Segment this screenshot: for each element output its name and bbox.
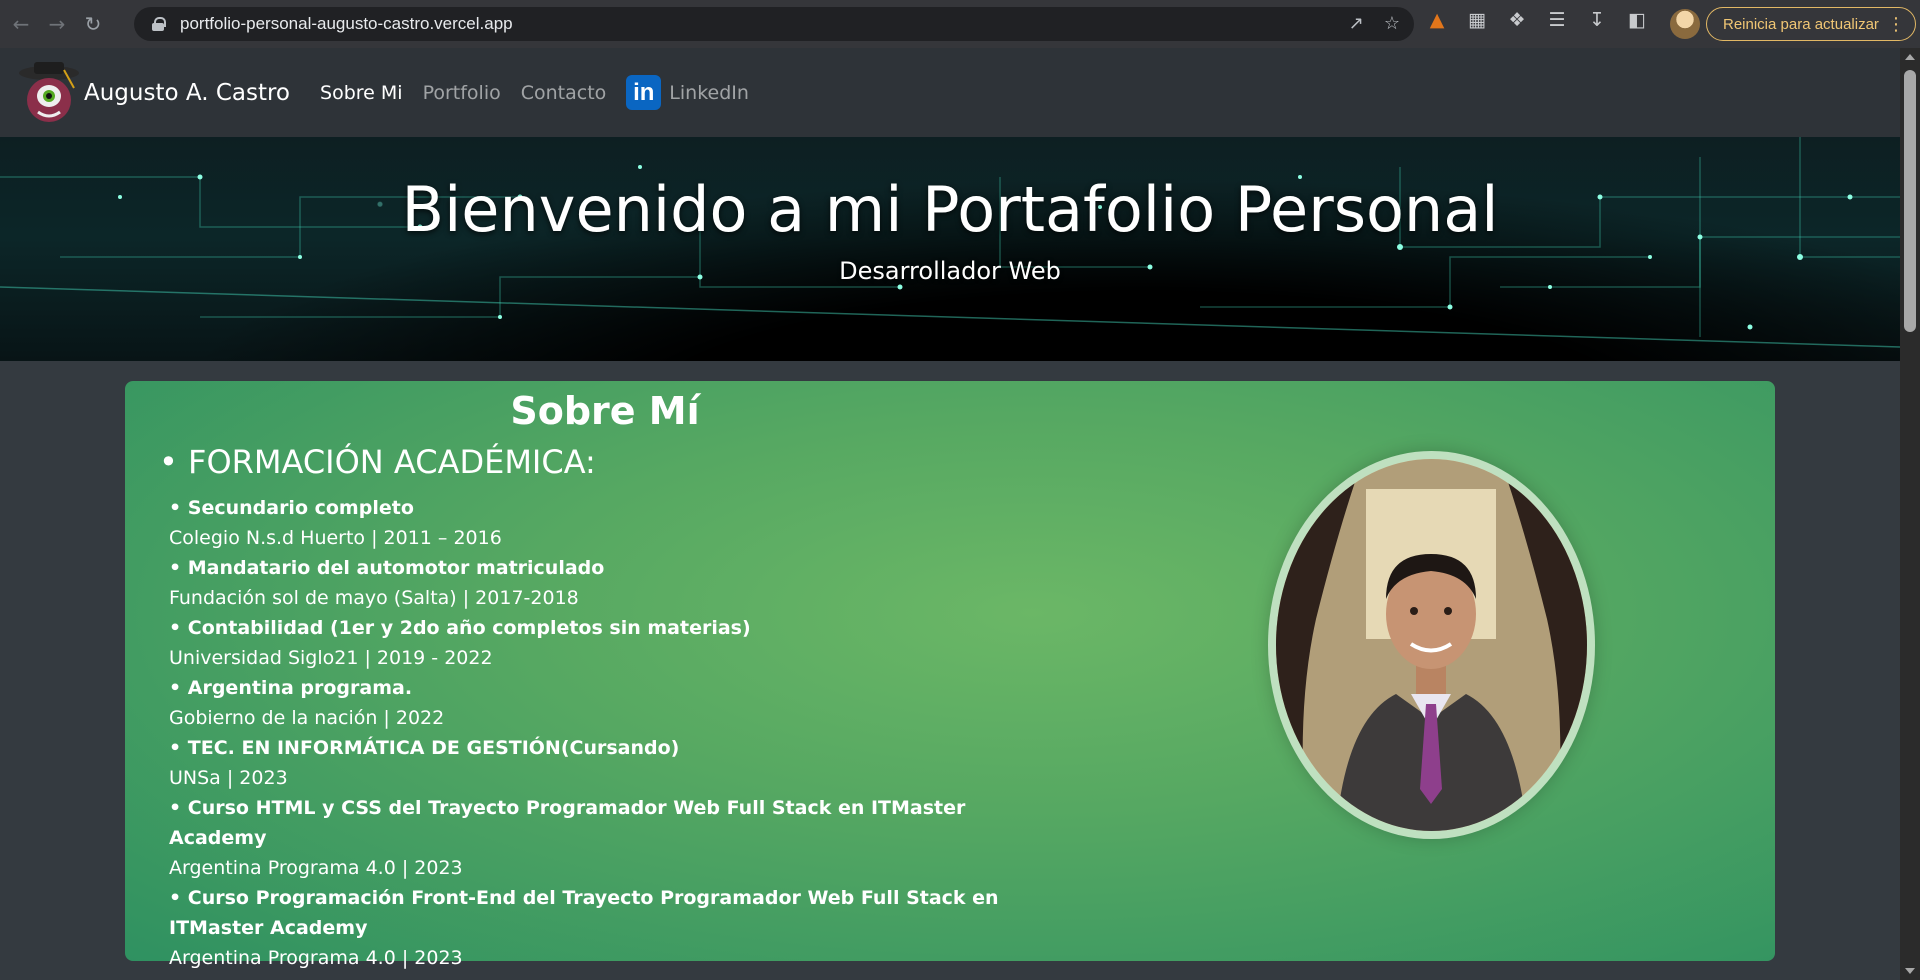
browser-toolbar: ← → ↻ portfolio-personal-augusto-castro.… bbox=[0, 0, 1920, 48]
metamask-extension-icon[interactable]: ▲ bbox=[1424, 9, 1450, 31]
scroll-up-icon[interactable] bbox=[1905, 54, 1915, 60]
education-item-title: • Mandatario del automotor matriculado bbox=[169, 557, 605, 579]
nav-link-sobre-mi[interactable]: Sobre Mi bbox=[320, 82, 403, 104]
nav-links: Sobre Mi Portfolio Contacto in LinkedIn bbox=[320, 75, 749, 110]
side-panel-icon[interactable]: ◧ bbox=[1624, 9, 1650, 31]
lock-icon[interactable] bbox=[152, 17, 166, 31]
circuit-background-image bbox=[0, 137, 1900, 348]
profile-photo-frame bbox=[1268, 451, 1595, 839]
education-item-detail: Gobierno de la nación | 2022 bbox=[169, 707, 445, 729]
nav-link-portfolio[interactable]: Portfolio bbox=[423, 82, 501, 104]
share-icon[interactable]: ↗ bbox=[1349, 13, 1364, 34]
hero-subtitle: Desarrollador Web bbox=[839, 257, 1061, 285]
update-button[interactable]: Reinicia para actualizar ⋮ bbox=[1706, 7, 1916, 41]
linkedin-label[interactable]: LinkedIn bbox=[669, 82, 749, 104]
education-item-detail: UNSa | 2023 bbox=[169, 767, 288, 789]
education-item-title: • Secundario completo bbox=[169, 497, 414, 519]
forward-icon[interactable]: → bbox=[42, 9, 72, 39]
education-item-detail: Universidad Siglo21 | 2019 - 2022 bbox=[169, 647, 493, 669]
profile-avatar[interactable] bbox=[1670, 9, 1700, 39]
extensions-puzzle-icon[interactable]: ❖ bbox=[1504, 9, 1530, 31]
education-item-title: • Curso HTML y CSS del Trayecto Programa… bbox=[169, 797, 966, 849]
education-item-detail: Argentina Programa 4.0 | 2023 bbox=[169, 947, 463, 969]
downloads-icon[interactable]: ↧ bbox=[1584, 9, 1610, 31]
education-item-title: • TEC. EN INFORMÁTICA DE GESTIÓN(Cursand… bbox=[169, 737, 680, 759]
hero-title: Bienvenido a mi Portafolio Personal bbox=[401, 173, 1499, 246]
bookmark-star-icon[interactable]: ☆ bbox=[1384, 13, 1400, 34]
brand-name[interactable]: Augusto A. Castro bbox=[84, 80, 290, 106]
education-item-detail: Colegio N.s.d Huerto | 2011 – 2016 bbox=[169, 527, 502, 549]
education-item-title: • Contabilidad (1er y 2do año completos … bbox=[169, 617, 751, 639]
education-item-detail: Argentina Programa 4.0 | 2023 bbox=[169, 857, 463, 879]
scroll-down-icon[interactable] bbox=[1905, 968, 1915, 974]
nav-link-contacto[interactable]: Contacto bbox=[521, 82, 607, 104]
media-queue-icon[interactable]: ☰ bbox=[1544, 9, 1570, 31]
education-heading: • FORMACIÓN ACADÉMICA: bbox=[159, 443, 596, 481]
about-section: Sobre Mí • FORMACIÓN ACADÉMICA: • Secund… bbox=[125, 381, 1775, 969]
education-list: • Secundario completo Colegio N.s.d Huer… bbox=[169, 493, 1029, 973]
reload-icon[interactable]: ↻ bbox=[78, 9, 108, 39]
education-item-title: • Curso Programación Front-End del Traye… bbox=[169, 887, 999, 939]
profile-photo bbox=[1276, 459, 1587, 831]
about-title: Sobre Mí bbox=[510, 389, 700, 433]
scrollbar-thumb[interactable] bbox=[1904, 70, 1916, 332]
linkedin-icon[interactable]: in bbox=[626, 75, 662, 110]
page-scrollbar[interactable] bbox=[1900, 48, 1920, 980]
education-item-detail: Fundación sol de mayo (Salta) | 2017-201… bbox=[169, 587, 579, 609]
update-label: Reinicia para actualizar bbox=[1723, 15, 1879, 33]
address-bar[interactable]: portfolio-personal-augusto-castro.vercel… bbox=[134, 7, 1414, 41]
url-text[interactable]: portfolio-personal-augusto-castro.vercel… bbox=[180, 14, 513, 34]
back-icon[interactable]: ← bbox=[6, 9, 36, 39]
education-item-title: • Argentina programa. bbox=[169, 677, 413, 699]
hero-banner: Bienvenido a mi Portafolio Personal Desa… bbox=[0, 137, 1900, 361]
qr-code-icon[interactable]: ▦ bbox=[1464, 9, 1490, 31]
nav-link-linkedin[interactable]: in LinkedIn bbox=[626, 75, 749, 110]
menu-kebab-icon[interactable]: ⋮ bbox=[1887, 14, 1905, 35]
site-navbar: Augusto A. Castro Sobre Mi Portfolio Con… bbox=[0, 48, 1900, 137]
brand-logo-icon[interactable] bbox=[14, 58, 84, 128]
